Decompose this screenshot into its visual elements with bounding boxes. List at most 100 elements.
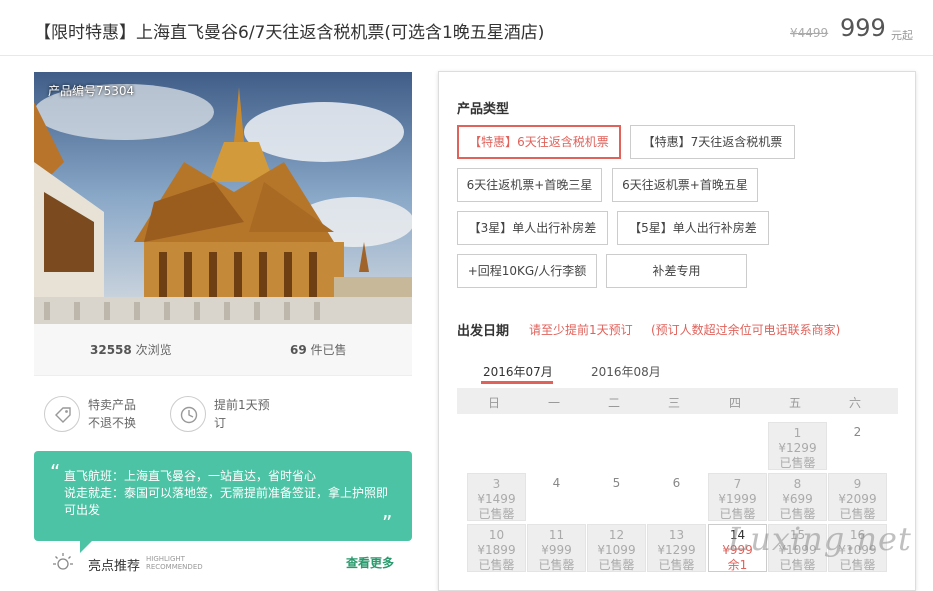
calendar-day-status: 已售罄 [839,558,876,572]
views-stat: 32558 次浏览 [90,341,172,358]
feature-line1: 特卖产品 [88,398,137,412]
view-more-link[interactable]: 查看更多 [346,554,394,571]
calendar-day: 4 [527,473,586,521]
weekday-sun: 日 [487,396,500,410]
calendar-day-status: 已售罄 [779,558,816,572]
calendar-day-number: 8 [793,477,802,491]
option-6day-special[interactable]: 【特惠】6天往返含税机票 [457,125,621,159]
calendar-day-status: 已售罄 [779,456,816,470]
feature-line2: 不退不换 [88,416,137,430]
option-3star-single-supplement[interactable]: 【3星】单人出行补房差 [457,211,608,245]
weekday-header: 日 一 二 三 四 五 六 [457,388,898,414]
calendar-day-number: 6 [672,476,681,490]
highlights-sub1: HIGHLIGHT [146,555,185,563]
highlights-sub2: RECOMMENDED [146,563,203,571]
calendar-day-status: 已售罄 [658,558,695,572]
calendar-day-price: ¥1999 [718,492,757,506]
calendar-day: 10 ¥1899 已售罄 [467,524,526,572]
calendar-day-number: 9 [853,477,862,491]
feature-line2: 订 [214,416,227,430]
calendar-day-price: ¥1499 [477,492,516,506]
calendar-day: 1 ¥1299 已售罄 [768,422,827,470]
site-watermark: Luxing.net [728,520,912,558]
month-tab-july[interactable]: 2016年07月 [483,363,553,380]
original-price: ¥4499 [790,26,829,40]
weekday-mon: 一 [547,396,560,410]
clock-icon [180,406,198,424]
views-label: 次浏览 [135,343,172,357]
views-count: 32558 [90,343,132,357]
tag-icon [55,407,71,423]
option-6day-3star[interactable]: 6天往返机票+首晚三星 [457,168,602,202]
feature-list: 特卖产品 不退不换 提前1天预 订 [34,376,412,452]
calendar-day-number: 5 [612,476,621,490]
page-header: 【限时特惠】上海直飞曼谷6/7天往返含税机票(可选含1晚五星酒店) ¥4499 … [0,0,933,56]
booking-panel: 产品类型 【特惠】6天往返含税机票 【特惠】7天往返含税机票 6天往返机票+首晚… [438,71,916,591]
advance-booking-note: 请至少提前1天预订 [529,323,633,337]
feature-icon-wrap [44,396,80,432]
price-suffix: 元起 [891,29,913,42]
sold-stat: 69 件已售 [290,341,347,358]
feature-label: 提前1天预 订 [214,396,284,432]
calendar-day: 6 [647,473,706,521]
weekday-thu: 四 [728,396,741,410]
calendar-day-price: ¥1299 [778,441,817,455]
calendar-day: 13 ¥1299 已售罄 [647,524,706,572]
weekday-fri: 五 [788,396,801,410]
weekday-tue: 二 [607,396,620,410]
calendar-day-price: ¥1299 [657,543,696,557]
calendar-day-number: 4 [552,476,561,490]
sold-count: 69 [290,343,307,357]
feature-line1: 提前1天预 [214,398,270,412]
current-price: 999 [840,14,886,42]
highlight-quote: “ 直飞航班：上海直飞曼谷，一站直达，省时省心 说走就走：泰国可以落地签，无需提… [34,451,412,553]
calendar-day-number: 1 [793,426,802,440]
calendar-day-status: 已售罄 [538,558,575,572]
option-6day-5star[interactable]: 6天往返机票+首晚五星 [612,168,758,202]
option-return-luggage[interactable]: +回程10KG/人行李额 [457,254,597,288]
calendar-day: 11 ¥999 已售罄 [527,524,586,572]
calendar-day-status: 已售罄 [478,558,515,572]
weekday-wed: 三 [667,396,680,410]
highlights-header: 亮点推荐 HIGHLIGHT RECOMMENDED 查看更多 [34,550,412,576]
contact-merchant-note: (预订人数超过余位可电话联系商家) [651,323,841,337]
calendar-day-status: 余1 [727,558,748,572]
weekday-sat: 六 [848,396,861,410]
calendar-day-number: 2 [853,425,862,439]
calendar-day-number: 7 [733,477,742,491]
calendar-day-price: ¥699 [782,492,813,506]
option-price-difference[interactable]: 补差专用 [606,254,747,288]
calendar-day-status: 已售罄 [478,507,515,521]
calendar-day-number: 3 [492,477,501,491]
calendar-day-number: 12 [608,528,625,542]
product-type-label: 产品类型 [457,102,510,117]
feature-icon-wrap [170,396,206,432]
product-summary: 产品编号75304 32558 次浏览 69 件已售 特卖产品 不退不换 提前1… [34,72,412,452]
calendar-day: 3 ¥1499 已售罄 [467,473,526,521]
product-stats: 32558 次浏览 69 件已售 [34,324,412,376]
calendar-day: 7 ¥1999 已售罄 [708,473,767,521]
highlights-subtitle: HIGHLIGHT RECOMMENDED [146,555,203,571]
open-quote-mark: “ [50,460,61,484]
calendar-day: 2 [828,422,887,470]
calendar-day: 8 ¥699 已售罄 [768,473,827,521]
calendar-day-number: 10 [488,528,505,542]
option-5star-single-supplement[interactable]: 【5星】单人出行补房差 [617,211,769,245]
calendar-day: 12 ¥1099 已售罄 [587,524,646,572]
calendar-day-price: ¥999 [541,543,572,557]
feature-label: 特卖产品 不退不换 [88,396,158,432]
calendar-day-number: 13 [668,528,685,542]
quote-text: 直飞航班：上海直飞曼谷，一站直达，省时省心 说走就走：泰国可以落地签，无需提前准… [64,469,389,517]
calendar-day-price: ¥1899 [477,543,516,557]
calendar-day-number: 11 [548,528,565,542]
highlights-title: 亮点推荐 [88,559,141,574]
month-tab-august[interactable]: 2016年08月 [591,363,661,380]
temple-photo-illustration [34,72,412,324]
option-7day-special[interactable]: 【特惠】7天往返含税机票 [630,125,795,159]
product-title: 【限时特惠】上海直飞曼谷6/7天往返含税机票(可选含1晚五星酒店) [34,23,545,43]
close-quote-mark: ” [382,511,393,535]
calendar-day-status: 已售罄 [598,558,635,572]
lightbulb-icon [53,553,73,570]
calendar-day-price: ¥1099 [597,543,636,557]
calendar-day-price: ¥2099 [838,492,877,506]
